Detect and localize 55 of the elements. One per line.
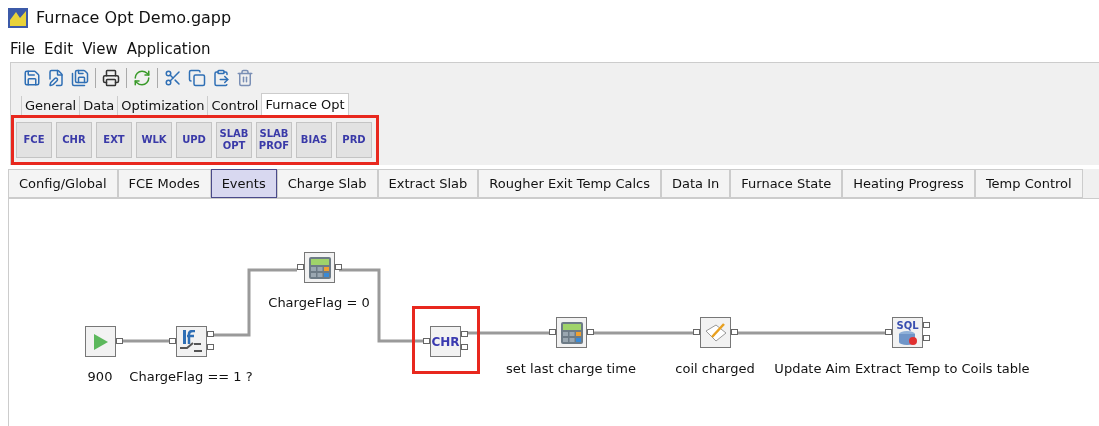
ribbon-button[interactable]: SLAB PROF bbox=[256, 122, 292, 158]
ribbon-button[interactable]: UPD bbox=[176, 122, 212, 158]
tab[interactable]: Events bbox=[210, 169, 277, 198]
ribbon-tab[interactable]: Optimization bbox=[117, 96, 208, 115]
sql-label: SQL bbox=[896, 320, 919, 331]
if-branch-icon bbox=[178, 329, 205, 354]
node-caption: ChargeFlag = 0 bbox=[268, 294, 370, 312]
tab[interactable]: Temp Control bbox=[974, 169, 1083, 198]
tab[interactable]: Data In bbox=[661, 169, 731, 198]
ribbon-button[interactable]: SLAB OPT bbox=[216, 122, 252, 158]
save-all-icon[interactable] bbox=[71, 69, 89, 87]
diagram-node[interactable] bbox=[692, 317, 739, 348]
paste-icon[interactable] bbox=[212, 69, 230, 87]
ribbon-button[interactable]: FCE bbox=[16, 122, 52, 158]
ribbon-button[interactable]: CHR bbox=[56, 122, 92, 158]
menu-item[interactable]: File bbox=[10, 37, 36, 61]
tab[interactable]: Furnace State bbox=[730, 169, 843, 198]
ribbon-button[interactable]: BIAS bbox=[296, 122, 332, 158]
menu-item[interactable]: View bbox=[82, 37, 118, 61]
refresh-icon[interactable] bbox=[133, 69, 151, 87]
cut-icon[interactable] bbox=[164, 69, 182, 87]
calculator-icon bbox=[307, 255, 332, 280]
ribbon-button[interactable]: EXT bbox=[96, 122, 132, 158]
delete-icon[interactable] bbox=[236, 69, 254, 87]
copy-icon[interactable] bbox=[188, 69, 206, 87]
ribbon-button[interactable]: PRD bbox=[336, 122, 372, 158]
calculator-icon bbox=[559, 320, 584, 345]
node-caption: coil charged bbox=[675, 360, 755, 378]
ribbon-button[interactable]: WLK bbox=[136, 122, 172, 158]
tab[interactable]: Rougher Exit Temp Calcs bbox=[478, 169, 662, 198]
ribbon-tab[interactable]: General bbox=[21, 96, 80, 115]
save-as-icon[interactable] bbox=[47, 69, 65, 87]
tab[interactable]: Extract Slab bbox=[377, 169, 479, 198]
tab[interactable]: Config/Global bbox=[8, 169, 118, 198]
node-caption: 900 bbox=[87, 368, 113, 386]
node-caption: Update Aim Extract Temp to Coils table bbox=[774, 360, 1030, 378]
print-icon[interactable] bbox=[102, 69, 120, 87]
node-label: CHR bbox=[431, 333, 460, 351]
tab[interactable]: Heating Progress bbox=[842, 169, 975, 198]
diagram-node[interactable] bbox=[296, 252, 343, 283]
tab[interactable]: Charge Slab bbox=[276, 169, 378, 198]
menu-item[interactable]: Edit bbox=[44, 37, 74, 61]
database-icon bbox=[897, 330, 918, 345]
ribbon-tab[interactable]: Furnace Opt bbox=[261, 93, 349, 115]
ribbon-tab[interactable]: Data bbox=[79, 96, 118, 115]
diagram-node[interactable] bbox=[168, 326, 215, 357]
app-logo-icon bbox=[8, 8, 28, 28]
menu-item[interactable]: Application bbox=[126, 37, 211, 61]
save-icon[interactable] bbox=[23, 69, 41, 87]
play-icon bbox=[92, 332, 109, 351]
node-caption: ChargeFlag == 1 ? bbox=[129, 368, 253, 386]
diagram-node[interactable] bbox=[548, 317, 595, 348]
window-title: Furnace Opt Demo.gapp bbox=[36, 7, 232, 29]
node-caption: set last charge time bbox=[506, 360, 636, 378]
tab[interactable]: FCE Modes bbox=[117, 169, 211, 198]
